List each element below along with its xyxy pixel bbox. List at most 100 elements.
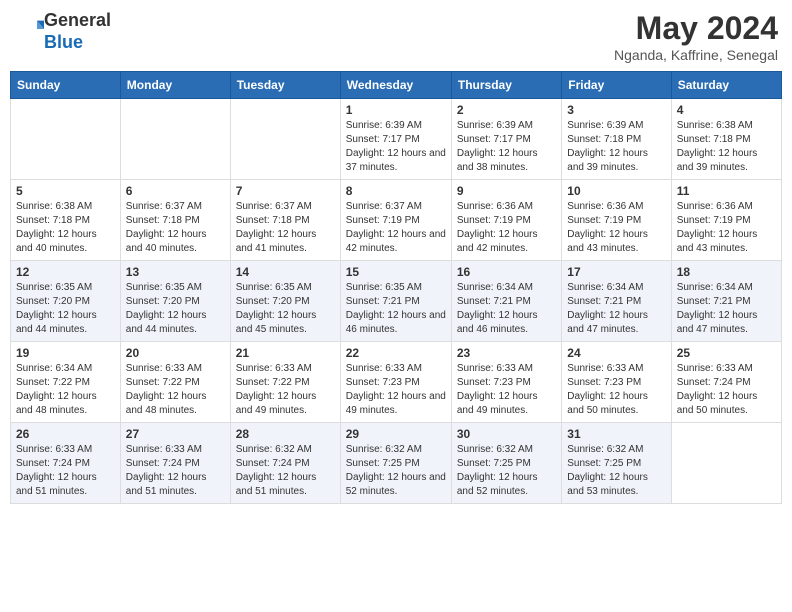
- day-number: 7: [236, 184, 335, 198]
- day-number: 11: [677, 184, 776, 198]
- location-subtitle: Nganda, Kaffrine, Senegal: [614, 47, 778, 63]
- day-info: Sunrise: 6:33 AMSunset: 7:23 PMDaylight:…: [346, 362, 446, 418]
- day-info: Sunrise: 6:35 AMSunset: 7:20 PMDaylight:…: [126, 281, 225, 337]
- day-info: Sunrise: 6:36 AMSunset: 7:19 PMDaylight:…: [457, 200, 556, 256]
- day-info: Sunrise: 6:38 AMSunset: 7:18 PMDaylight:…: [677, 119, 776, 175]
- day-cell: 15Sunrise: 6:35 AMSunset: 7:21 PMDayligh…: [340, 261, 451, 342]
- day-cell: 4 Sunrise: 6:38 AMSunset: 7:18 PMDaylight…: [671, 99, 781, 180]
- day-cell: 31 Sunrise: 6:32 AMSunset: 7:25 PMDayligh…: [562, 423, 671, 504]
- logo-icon: [16, 15, 44, 43]
- day-cell: 17 Sunrise: 6:34 AMSunset: 7:21 PMDayligh…: [562, 261, 671, 342]
- day-info: Sunrise: 6:37 AMSunset: 7:18 PMDaylight:…: [126, 200, 225, 256]
- day-cell: 27 Sunrise: 6:33 AMSunset: 7:24 PMDayligh…: [120, 423, 230, 504]
- day-cell: 23Sunrise: 6:33 AMSunset: 7:23 PMDayligh…: [451, 342, 561, 423]
- day-cell: 1 Sunrise: 6:39 AMSunset: 7:17 PMDaylight…: [340, 99, 451, 180]
- day-cell: 24 Sunrise: 6:33 AMSunset: 7:23 PMDayligh…: [562, 342, 671, 423]
- day-cell: 2 Sunrise: 6:39 AMSunset: 7:17 PMDaylight…: [451, 99, 561, 180]
- day-number: 17: [567, 265, 665, 279]
- day-number: 30: [457, 427, 556, 441]
- col-header-sunday: Sunday: [11, 72, 121, 99]
- day-cell: 21 Sunrise: 6:33 AMSunset: 7:22 PMDayligh…: [230, 342, 340, 423]
- logo-blue-text: Blue: [44, 32, 83, 52]
- day-cell: 12 Sunrise: 6:35 AMSunset: 7:20 PMDayligh…: [11, 261, 121, 342]
- day-info: Sunrise: 6:36 AMSunset: 7:19 PMDaylight:…: [567, 200, 665, 256]
- day-number: 25: [677, 346, 776, 360]
- day-cell: 16Sunrise: 6:34 AMSunset: 7:21 PMDayligh…: [451, 261, 561, 342]
- day-info: Sunrise: 6:34 AMSunset: 7:21 PMDaylight:…: [567, 281, 665, 337]
- day-info: Sunrise: 6:34 AMSunset: 7:22 PMDaylight:…: [16, 362, 115, 418]
- day-number: 24: [567, 346, 665, 360]
- day-cell: [120, 99, 230, 180]
- day-info: Sunrise: 6:33 AMSunset: 7:24 PMDaylight:…: [16, 443, 115, 499]
- day-number: 15: [346, 265, 446, 279]
- day-info: Sunrise: 6:32 AMSunset: 7:25 PMDaylight:…: [567, 443, 665, 499]
- day-number: 9: [457, 184, 556, 198]
- day-cell: 18Sunrise: 6:34 AMSunset: 7:21 PMDayligh…: [671, 261, 781, 342]
- day-info: Sunrise: 6:37 AMSunset: 7:19 PMDaylight:…: [346, 200, 446, 256]
- day-cell: 22 Sunrise: 6:33 AMSunset: 7:23 PMDayligh…: [340, 342, 451, 423]
- day-number: 22: [346, 346, 446, 360]
- day-number: 12: [16, 265, 115, 279]
- day-cell: [230, 99, 340, 180]
- day-number: 1: [346, 103, 446, 117]
- day-number: 29: [346, 427, 446, 441]
- day-cell: 26 Sunrise: 6:33 AMSunset: 7:24 PMDayligh…: [11, 423, 121, 504]
- day-info: Sunrise: 6:38 AMSunset: 7:18 PMDaylight:…: [16, 200, 115, 256]
- day-info: Sunrise: 6:36 AMSunset: 7:19 PMDaylight:…: [677, 200, 776, 256]
- day-cell: 10 Sunrise: 6:36 AMSunset: 7:19 PMDayligh…: [562, 180, 671, 261]
- day-cell: 8 Sunrise: 6:37 AMSunset: 7:19 PMDaylight…: [340, 180, 451, 261]
- day-number: 31: [567, 427, 665, 441]
- week-row-2: 5Sunrise: 6:38 AMSunset: 7:18 PMDaylight…: [11, 180, 782, 261]
- day-cell: 11 Sunrise: 6:36 AMSunset: 7:19 PMDayligh…: [671, 180, 781, 261]
- day-number: 18: [677, 265, 776, 279]
- week-row-3: 12 Sunrise: 6:35 AMSunset: 7:20 PMDayligh…: [11, 261, 782, 342]
- day-cell: 9 Sunrise: 6:36 AMSunset: 7:19 PMDaylight…: [451, 180, 561, 261]
- day-number: 14: [236, 265, 335, 279]
- day-cell: 25 Sunrise: 6:33 AMSunset: 7:24 PMDayligh…: [671, 342, 781, 423]
- day-cell: 7 Sunrise: 6:37 AMSunset: 7:18 PMDaylight…: [230, 180, 340, 261]
- month-year-title: May 2024: [614, 10, 778, 47]
- day-info: Sunrise: 6:39 AMSunset: 7:17 PMDaylight:…: [346, 119, 446, 175]
- day-info: Sunrise: 6:32 AMSunset: 7:24 PMDaylight:…: [236, 443, 335, 499]
- day-info: Sunrise: 6:37 AMSunset: 7:18 PMDaylight:…: [236, 200, 335, 256]
- day-cell: 29Sunrise: 6:32 AMSunset: 7:25 PMDayligh…: [340, 423, 451, 504]
- day-info: Sunrise: 6:39 AMSunset: 7:17 PMDaylight:…: [457, 119, 556, 175]
- week-row-5: 26 Sunrise: 6:33 AMSunset: 7:24 PMDayligh…: [11, 423, 782, 504]
- day-number: 13: [126, 265, 225, 279]
- day-number: 20: [126, 346, 225, 360]
- day-number: 3: [567, 103, 665, 117]
- day-number: 6: [126, 184, 225, 198]
- day-info: Sunrise: 6:35 AMSunset: 7:20 PMDaylight:…: [16, 281, 115, 337]
- week-row-4: 19 Sunrise: 6:34 AMSunset: 7:22 PMDayligh…: [11, 342, 782, 423]
- day-number: 27: [126, 427, 225, 441]
- day-number: 8: [346, 184, 446, 198]
- day-info: Sunrise: 6:33 AMSunset: 7:24 PMDaylight:…: [677, 362, 776, 418]
- day-info: Sunrise: 6:33 AMSunset: 7:22 PMDaylight:…: [236, 362, 335, 418]
- day-number: 2: [457, 103, 556, 117]
- col-header-tuesday: Tuesday: [230, 72, 340, 99]
- day-cell: 20 Sunrise: 6:33 AMSunset: 7:22 PMDayligh…: [120, 342, 230, 423]
- day-info: Sunrise: 6:39 AMSunset: 7:18 PMDaylight:…: [567, 119, 665, 175]
- day-info: Sunrise: 6:33 AMSunset: 7:24 PMDaylight:…: [126, 443, 225, 499]
- calendar-table: SundayMondayTuesdayWednesdayThursdayFrid…: [10, 71, 782, 504]
- day-cell: 14Sunrise: 6:35 AMSunset: 7:20 PMDayligh…: [230, 261, 340, 342]
- day-info: Sunrise: 6:34 AMSunset: 7:21 PMDaylight:…: [457, 281, 556, 337]
- day-info: Sunrise: 6:33 AMSunset: 7:23 PMDaylight:…: [567, 362, 665, 418]
- day-cell: [671, 423, 781, 504]
- day-cell: 19 Sunrise: 6:34 AMSunset: 7:22 PMDayligh…: [11, 342, 121, 423]
- day-number: 4: [677, 103, 776, 117]
- day-cell: 13 Sunrise: 6:35 AMSunset: 7:20 PMDayligh…: [120, 261, 230, 342]
- page-header: General Blue May 2024 Nganda, Kaffrine, …: [10, 10, 782, 63]
- day-number: 10: [567, 184, 665, 198]
- day-cell: 28Sunrise: 6:32 AMSunset: 7:24 PMDayligh…: [230, 423, 340, 504]
- day-cell: 3 Sunrise: 6:39 AMSunset: 7:18 PMDaylight…: [562, 99, 671, 180]
- day-number: 19: [16, 346, 115, 360]
- day-number: 21: [236, 346, 335, 360]
- week-row-1: 1 Sunrise: 6:39 AMSunset: 7:17 PMDaylight…: [11, 99, 782, 180]
- day-cell: 5Sunrise: 6:38 AMSunset: 7:18 PMDaylight…: [11, 180, 121, 261]
- day-cell: 30Sunrise: 6:32 AMSunset: 7:25 PMDayligh…: [451, 423, 561, 504]
- logo: General Blue: [14, 10, 111, 53]
- day-number: 26: [16, 427, 115, 441]
- day-info: Sunrise: 6:33 AMSunset: 7:22 PMDaylight:…: [126, 362, 225, 418]
- day-number: 23: [457, 346, 556, 360]
